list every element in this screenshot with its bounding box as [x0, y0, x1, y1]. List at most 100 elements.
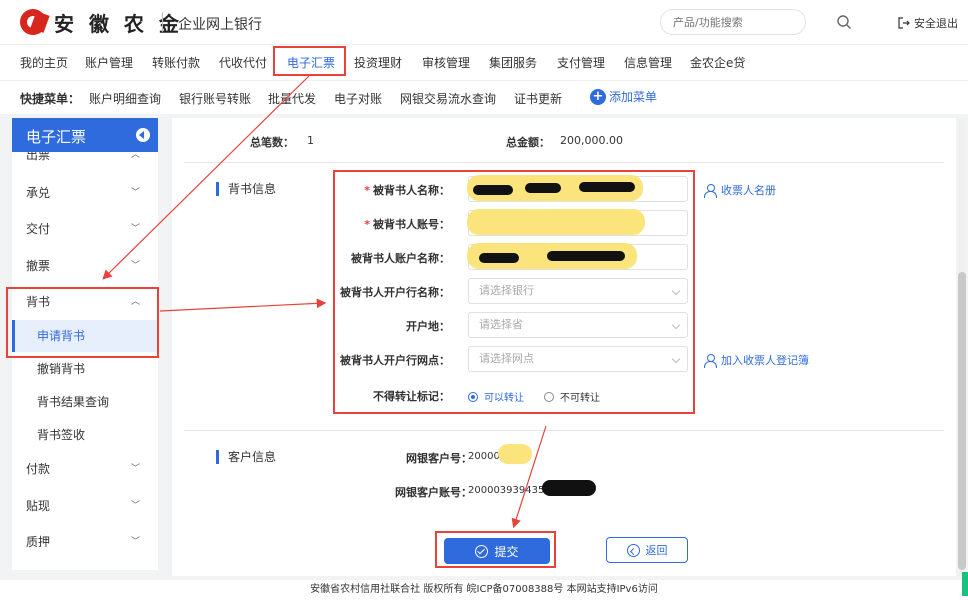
chevron-down-icon: ﹀	[130, 501, 140, 511]
add-menu-button[interactable]: + 添加菜单	[590, 88, 657, 105]
total-amount-value: 200,000.00	[560, 134, 623, 147]
sidebar-item-accept[interactable]: 承兑 ﹀	[12, 178, 158, 208]
branch-label: 被背书人开户行网点：	[340, 354, 450, 367]
sidebar-item-revoke[interactable]: 撤票 ﹀	[12, 251, 158, 281]
logout-label: 安全退出	[914, 17, 958, 30]
shortcut-bar: 快捷菜单： 账户明细查询 银行账号转账 批量代发 电子对账 网银交易流水查询 证…	[0, 80, 968, 114]
endorsee-name-input[interactable]	[467, 175, 688, 202]
check-circle-icon	[475, 544, 489, 558]
transfer-allowed-radio[interactable]	[468, 391, 478, 402]
redaction-stroke	[579, 182, 635, 192]
shortcut-account-detail[interactable]: 账户明细查询	[89, 90, 161, 107]
sidebar-item-label: 撤票	[26, 259, 51, 273]
endorsee-account-label: * 被背书人账号：	[364, 218, 450, 231]
endorsee-account-input[interactable]	[467, 209, 688, 236]
sidebar-sub-endorse-result[interactable]: 背书结果查询	[12, 386, 158, 418]
redaction-mark	[467, 209, 645, 235]
submit-button[interactable]: 提交	[444, 538, 550, 564]
shortcut-bank-transfer[interactable]: 银行账号转账	[179, 90, 251, 107]
nav-group[interactable]: 集团服务	[489, 54, 537, 71]
sidebar-item-label: 质押	[26, 535, 51, 549]
shortcut-batch-pay[interactable]: 批量代发	[268, 90, 316, 107]
chevron-down-icon	[671, 286, 681, 296]
nav-payment[interactable]: 支付管理	[557, 54, 605, 71]
endorsee-bank-select[interactable]: 请选择银行	[468, 278, 688, 304]
section-divider	[184, 430, 944, 431]
back-arrow-icon	[626, 543, 640, 557]
endorse-section-title: 背书信息	[216, 182, 276, 196]
sidebar-item-label: 背书	[26, 295, 51, 309]
branch-placeholder: 请选择网点	[479, 352, 534, 365]
location-select[interactable]: 请选择省	[468, 312, 688, 338]
add-menu-label: 添加菜单	[609, 90, 658, 104]
shortcut-flow-query[interactable]: 网银交易流水查询	[400, 90, 496, 107]
shortcut-label: 快捷菜单：	[20, 92, 81, 106]
logout-button[interactable]: 安全退出	[898, 15, 958, 31]
chevron-down-icon	[671, 320, 681, 330]
collapse-icon[interactable]	[136, 128, 150, 142]
chevron-down-icon	[671, 354, 681, 364]
plus-icon: +	[590, 88, 606, 105]
chevron-down-icon: ﹀	[130, 188, 140, 198]
nav-loan[interactable]: 金农企e贷	[690, 54, 745, 71]
redaction-mark	[498, 444, 532, 464]
nav-home[interactable]: 我的主页	[20, 54, 68, 71]
search-icon[interactable]	[836, 14, 852, 30]
sidebar-title-text: 电子汇票	[26, 128, 87, 146]
nav-investment[interactable]: 投资理财	[354, 54, 402, 71]
redaction-stroke	[525, 183, 561, 193]
sidebar-item-label: 贴现	[26, 499, 51, 513]
sidebar-item-pledge[interactable]: 质押 ﹀	[12, 527, 158, 557]
sidebar-item-pay[interactable]: 付款 ﹀	[12, 454, 158, 484]
nav-account[interactable]: 账户管理	[85, 54, 133, 71]
shortcut-reconcile[interactable]: 电子对账	[334, 90, 382, 107]
transfer-mark-label: 不得转让标记：	[373, 390, 450, 403]
scrollbar-thumb[interactable]	[958, 272, 966, 570]
endorsee-bank-label: 被背书人开户行名称：	[340, 286, 450, 299]
sidebar-sub-endorse-sign[interactable]: 背书签收	[12, 419, 158, 451]
location-placeholder: 请选择省	[479, 318, 523, 331]
customer-account-label: 网银客户账号：	[395, 486, 472, 499]
payee-book-link[interactable]: 收票人名册	[704, 182, 776, 198]
search-input[interactable]	[660, 9, 806, 35]
sidebar-item-label: 承兑	[26, 186, 51, 200]
nav-collection[interactable]: 代收代付	[219, 54, 267, 71]
sidebar-sub-apply-endorse[interactable]: 申请背书	[12, 320, 158, 352]
nav-audit[interactable]: 审核管理	[422, 54, 470, 71]
main-panel: 总笔数： 1 总金额： 200,000.00 背书信息 * 被背书人名称： 收票人…	[172, 118, 956, 576]
add-payee-link[interactable]: 加入收票人登记簿	[704, 352, 809, 368]
side-widget-tab[interactable]	[962, 572, 968, 596]
payee-book-label: 收票人名册	[721, 184, 776, 197]
chevron-down-icon: ﹀	[130, 537, 140, 547]
brand-divider	[162, 12, 163, 32]
section-divider	[184, 162, 944, 163]
footer: 安徽省农村信用社联合社 版权所有 皖ICP备07008388号 本网站支持IPv…	[0, 580, 968, 600]
transfer-forbidden-radio[interactable]	[544, 391, 554, 402]
transfer-allowed-label[interactable]: 可以转让	[484, 389, 524, 404]
chevron-down-icon: ﹀	[130, 224, 140, 234]
sidebar-item-discount[interactable]: 贴现 ﹀	[12, 491, 158, 521]
shortcut-cert-update[interactable]: 证书更新	[514, 90, 562, 107]
nav-info[interactable]: 信息管理	[624, 54, 672, 71]
chevron-down-icon: ﹀	[130, 464, 140, 474]
submit-label: 提交	[494, 544, 519, 559]
endorsee-name-label: * 被背书人名称：	[364, 184, 450, 197]
customer-number-label: 网银客户号：	[406, 452, 472, 465]
nav-transfer[interactable]: 转账付款	[152, 54, 200, 71]
sidebar-item-deliver[interactable]: 交付 ﹀	[12, 214, 158, 244]
sidebar-sub-cancel-endorse[interactable]: 撤销背书	[12, 353, 158, 385]
nav-e-bill[interactable]: 电子汇票	[287, 54, 335, 71]
transfer-forbidden-label[interactable]: 不可转让	[560, 389, 600, 404]
total-amount-label: 总金额：	[506, 136, 550, 149]
redaction-stroke	[479, 253, 519, 263]
back-label: 返回	[645, 544, 668, 557]
sidebar-item-label: 交付	[26, 222, 51, 236]
back-button[interactable]: 返回	[606, 537, 688, 563]
header: 安 徽 农 金 企业网上银行 安全退出	[0, 0, 968, 44]
sidebar-item-endorse[interactable]: 背书 ︿	[12, 287, 158, 317]
customer-section-title: 客户信息	[216, 450, 276, 464]
endorsee-account-name-input[interactable]	[467, 243, 688, 270]
customer-account-value: 2000039394351	[468, 485, 551, 496]
branch-select[interactable]: 请选择网点	[468, 346, 688, 372]
endorsee-account-name-label: 被背书人账户名称：	[351, 252, 450, 265]
